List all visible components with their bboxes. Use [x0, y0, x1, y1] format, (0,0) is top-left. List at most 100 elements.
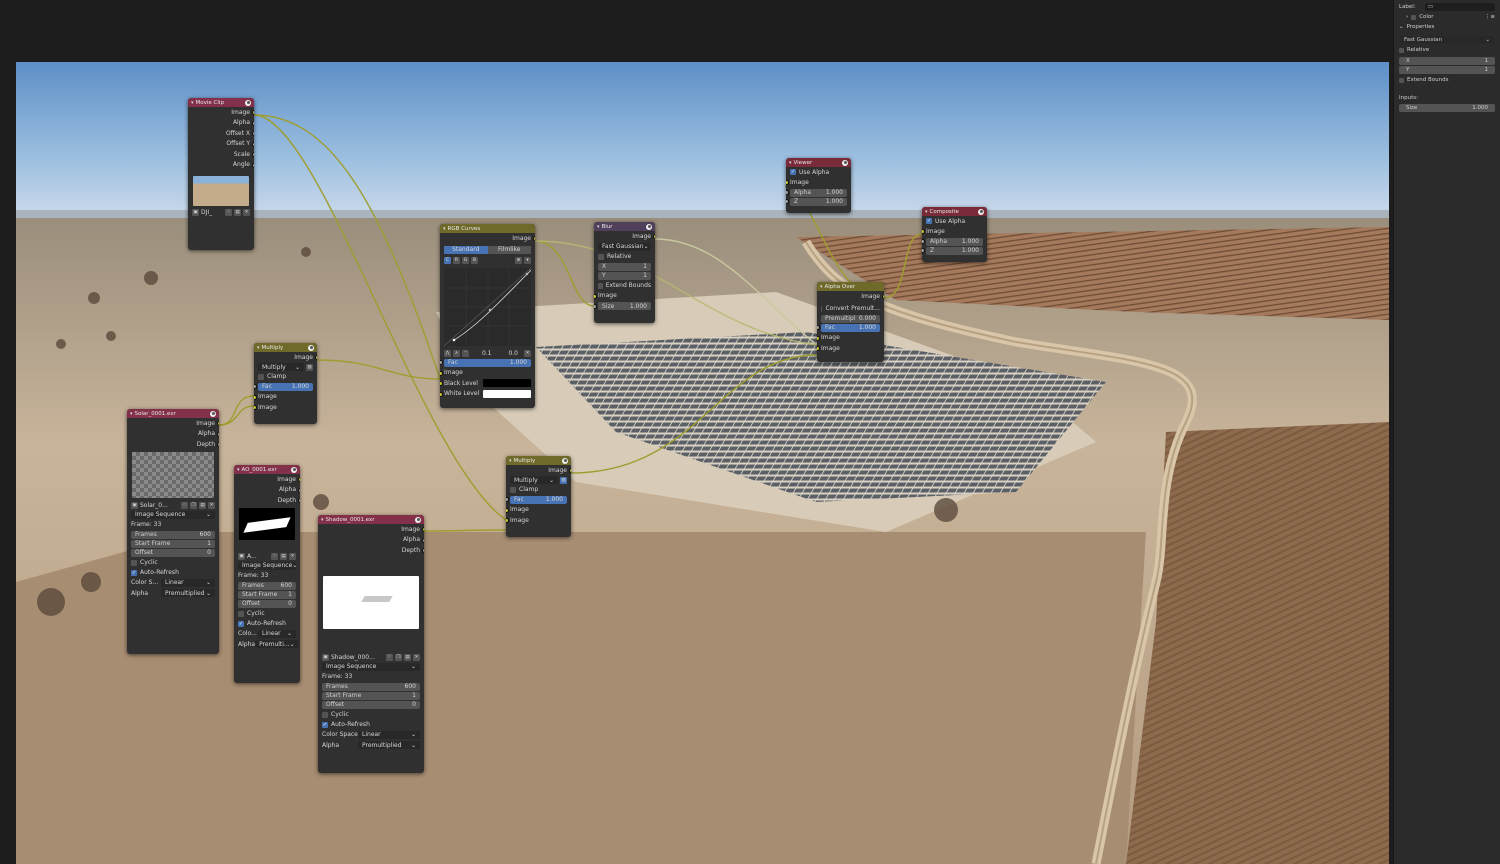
node-preview-icon[interactable]: [978, 208, 984, 215]
extend-bounds-checkbox[interactable]: Extend Bounds: [1394, 75, 1500, 85]
handle-auto-icon[interactable]: ⋀: [444, 349, 451, 357]
collapse-chevron-icon[interactable]: ▾: [789, 160, 792, 166]
folder-icon[interactable]: ▤: [234, 209, 241, 216]
channel-g[interactable]: G: [462, 256, 469, 264]
node-multiply-bottom[interactable]: ▾ Multiply Image Multiply ⌄ ▧ Clamp Fac 1.00…: [506, 456, 571, 537]
socket-input-image-1[interactable]: [817, 335, 820, 341]
extend-bounds-checkbox[interactable]: Extend Bounds: [594, 281, 655, 291]
fac-slider[interactable]: Fac 1.000: [817, 323, 880, 332]
channel-c[interactable]: C: [444, 256, 451, 264]
black-level-swatch[interactable]: [483, 379, 531, 388]
socket-output-offset-y[interactable]: [251, 141, 254, 147]
socket-input-fac[interactable]: [506, 497, 509, 502]
socket-output-image[interactable]: [251, 110, 254, 115]
offset-field[interactable]: Offset 0: [322, 700, 420, 709]
frames-field[interactable]: Frames 600: [238, 581, 296, 590]
node-preview-icon[interactable]: [842, 159, 848, 166]
zoom-icon[interactable]: ⊕: [515, 256, 522, 264]
use-alpha-icon[interactable]: ▧: [560, 476, 567, 484]
image-selector[interactable]: ▣ A... ♡ ▤ ✕: [234, 552, 300, 561]
socket-output-image[interactable]: [532, 236, 535, 241]
x-field[interactable]: X1: [598, 262, 651, 271]
node-multiply-top[interactable]: ▾ Multiply Image Multiply ⌄ ▧ Clamp Fac 1.00…: [254, 343, 317, 424]
duplicate-icon[interactable]: ❐: [395, 653, 402, 661]
auto-refresh-checkbox[interactable]: ✓ Auto-Refresh: [127, 568, 219, 578]
socket-input-image[interactable]: [440, 370, 443, 376]
color-space-dropdown[interactable]: Linear ⌄: [258, 629, 296, 638]
folder-icon[interactable]: ▤: [199, 501, 206, 509]
fake-user-icon[interactable]: ♡: [386, 653, 393, 661]
node-rgb-curves[interactable]: ▾ RGB Curves Image Standard Filmlike C R G…: [440, 224, 535, 408]
fake-user-icon[interactable]: ♡: [271, 552, 278, 560]
z-field[interactable]: Z 1.000: [922, 246, 983, 255]
socket-output-angle[interactable]: [251, 162, 254, 168]
node-preview-icon[interactable]: [291, 466, 297, 473]
blend-mode-dropdown[interactable]: Multiply ⌄: [258, 363, 304, 371]
curve-graph[interactable]: [443, 267, 532, 346]
handle-vector-icon[interactable]: ∧: [453, 349, 460, 357]
node-blur[interactable]: ▾ Blur Image Fast Gaussian ⌄ Relative X1 Y…: [594, 222, 655, 323]
premultiplied-field[interactable]: Premultipl 0.000: [821, 314, 880, 323]
y-field[interactable]: Y1: [1399, 66, 1495, 74]
socket-input-image-2[interactable]: [254, 405, 257, 410]
image-selector[interactable]: ▣ Solar_0... ♡ ❐ ▤ ✕: [127, 501, 219, 510]
color-checkbox[interactable]: [1411, 14, 1417, 20]
socket-output-image[interactable]: [314, 355, 317, 360]
socket-input-image-1[interactable]: [506, 507, 509, 513]
socket-input-image[interactable]: [594, 293, 597, 299]
socket-input-alpha[interactable]: [922, 239, 925, 244]
socket-input-image-2[interactable]: [817, 346, 820, 351]
clamp-checkbox[interactable]: Clamp: [254, 372, 317, 382]
close-icon[interactable]: ✕: [289, 552, 296, 560]
collapse-chevron-icon[interactable]: ▾: [597, 224, 600, 230]
alpha-mode-dropdown[interactable]: Premulti... ⌄: [255, 640, 299, 649]
color-space-dropdown[interactable]: Linear ⌄: [358, 730, 420, 739]
point-x-field[interactable]: 0.1: [471, 350, 496, 357]
tone-tabs[interactable]: Standard Filmlike: [444, 245, 531, 254]
use-alpha-checkbox[interactable]: ✓ Use Alpha: [786, 167, 851, 177]
socket-output-offset-x[interactable]: [251, 131, 254, 136]
collapse-chevron-icon[interactable]: ▾: [191, 100, 194, 106]
expand-arrow-icon[interactable]: ›: [1406, 14, 1408, 20]
fac-slider[interactable]: Fac 1.000: [440, 358, 531, 367]
duplicate-icon[interactable]: ❐: [190, 501, 197, 509]
offset-field[interactable]: Offset 0: [131, 548, 215, 557]
point-y-field[interactable]: 0.0: [498, 350, 523, 357]
blend-mode-dropdown[interactable]: Multiply ⌄: [510, 476, 558, 484]
delete-point-icon[interactable]: ✕: [524, 349, 531, 357]
color-space-dropdown[interactable]: Linear ⌄: [161, 578, 215, 587]
relative-checkbox[interactable]: Relative: [1394, 45, 1500, 55]
socket-input-fac[interactable]: [440, 360, 443, 365]
socket-input-size[interactable]: [594, 303, 597, 309]
clip-browse-icon[interactable]: ▣: [192, 209, 199, 216]
node-movie-clip[interactable]: ▾ Movie Clip Image Alpha Offset X Offset …: [188, 98, 254, 250]
socket-output-image[interactable]: [568, 468, 571, 473]
source-dropdown[interactable]: Image Sequence ⌄: [238, 561, 297, 570]
cyclic-checkbox[interactable]: Cyclic: [318, 710, 424, 720]
close-icon[interactable]: ✕: [208, 501, 215, 509]
cyclic-checkbox[interactable]: Cyclic: [234, 609, 300, 619]
alpha-field[interactable]: Alpha 1.000: [922, 237, 983, 246]
socket-input-z[interactable]: [922, 248, 925, 253]
node-image-shadow[interactable]: ▾ Shadow_0001.exr Image Alpha Depth ▣ Shad…: [318, 515, 424, 773]
tab-standard[interactable]: Standard: [444, 245, 488, 254]
socket-input-alpha[interactable]: [786, 190, 789, 195]
clip-selector[interactable]: ▣ DJI_ ♡ ▤ ✕: [188, 208, 254, 217]
use-alpha-icon[interactable]: ▧: [306, 363, 313, 371]
color-row[interactable]: › Color ⋮≡: [1394, 12, 1500, 22]
x-field[interactable]: X1: [1399, 57, 1495, 65]
socket-output-image[interactable]: [881, 294, 884, 299]
socket-input-image-1[interactable]: [254, 394, 257, 400]
socket-output-image[interactable]: [297, 477, 300, 482]
source-dropdown[interactable]: Image Sequence ⌄: [131, 510, 215, 519]
collapse-chevron-icon[interactable]: ▾: [509, 458, 512, 464]
node-alpha-over[interactable]: ▾ Alpha Over Image Convert Premult... Pre…: [817, 282, 884, 362]
image-selector[interactable]: ▣ Shadow_000... ♡ ❐ ▤ ✕: [318, 653, 424, 662]
socket-output-alpha[interactable]: [421, 537, 424, 543]
clamp-checkbox[interactable]: Clamp: [506, 485, 571, 495]
image-browse-icon[interactable]: ▣: [238, 552, 245, 560]
size-field[interactable]: Size 1.000: [594, 302, 651, 310]
fake-user-icon[interactable]: ♡: [181, 501, 188, 509]
socket-output-depth[interactable]: [297, 498, 300, 503]
convert-premultiplied-checkbox[interactable]: Convert Premult...: [817, 304, 884, 314]
